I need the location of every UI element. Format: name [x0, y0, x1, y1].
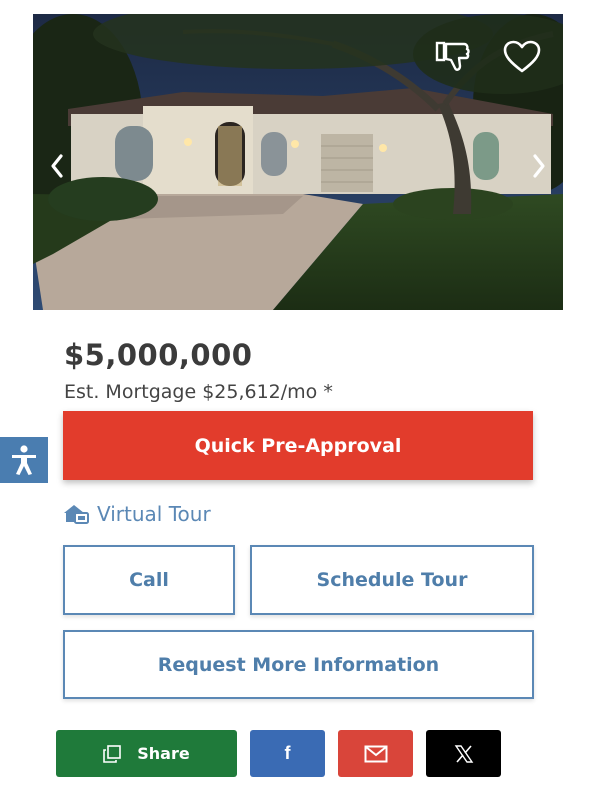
heart-icon[interactable]: [503, 40, 541, 74]
x-logo-icon: [454, 744, 473, 763]
share-label: Share: [137, 744, 190, 763]
accessibility-button[interactable]: [0, 437, 48, 483]
house-photo: [33, 14, 563, 310]
facebook-share-button[interactable]: f: [250, 730, 325, 777]
facebook-icon: f: [284, 743, 291, 763]
share-button[interactable]: Share: [56, 730, 237, 777]
call-button[interactable]: Call: [63, 545, 235, 615]
listing-price: $5,000,000: [64, 338, 253, 372]
thumbs-down-icon[interactable]: [434, 39, 474, 75]
email-share-button[interactable]: [338, 730, 413, 777]
estimated-mortgage: Est. Mortgage $25,612/mo *: [64, 381, 333, 403]
quick-pre-approval-button[interactable]: Quick Pre-Approval: [63, 411, 533, 480]
virtual-tour-label: Virtual Tour: [97, 502, 211, 526]
virtual-tour-link[interactable]: Virtual Tour: [63, 499, 211, 529]
copy-icon: [103, 744, 122, 763]
mail-icon: [364, 745, 387, 762]
schedule-tour-button[interactable]: Schedule Tour: [250, 545, 534, 615]
x-share-button[interactable]: [426, 730, 501, 777]
listing-photo[interactable]: [33, 14, 563, 310]
chevron-left-icon[interactable]: [47, 152, 67, 180]
request-more-information-button[interactable]: Request More Information: [63, 630, 534, 699]
virtual-tour-house-icon: [64, 505, 89, 524]
chevron-right-icon[interactable]: [529, 152, 549, 180]
accessibility-icon: [12, 445, 36, 475]
